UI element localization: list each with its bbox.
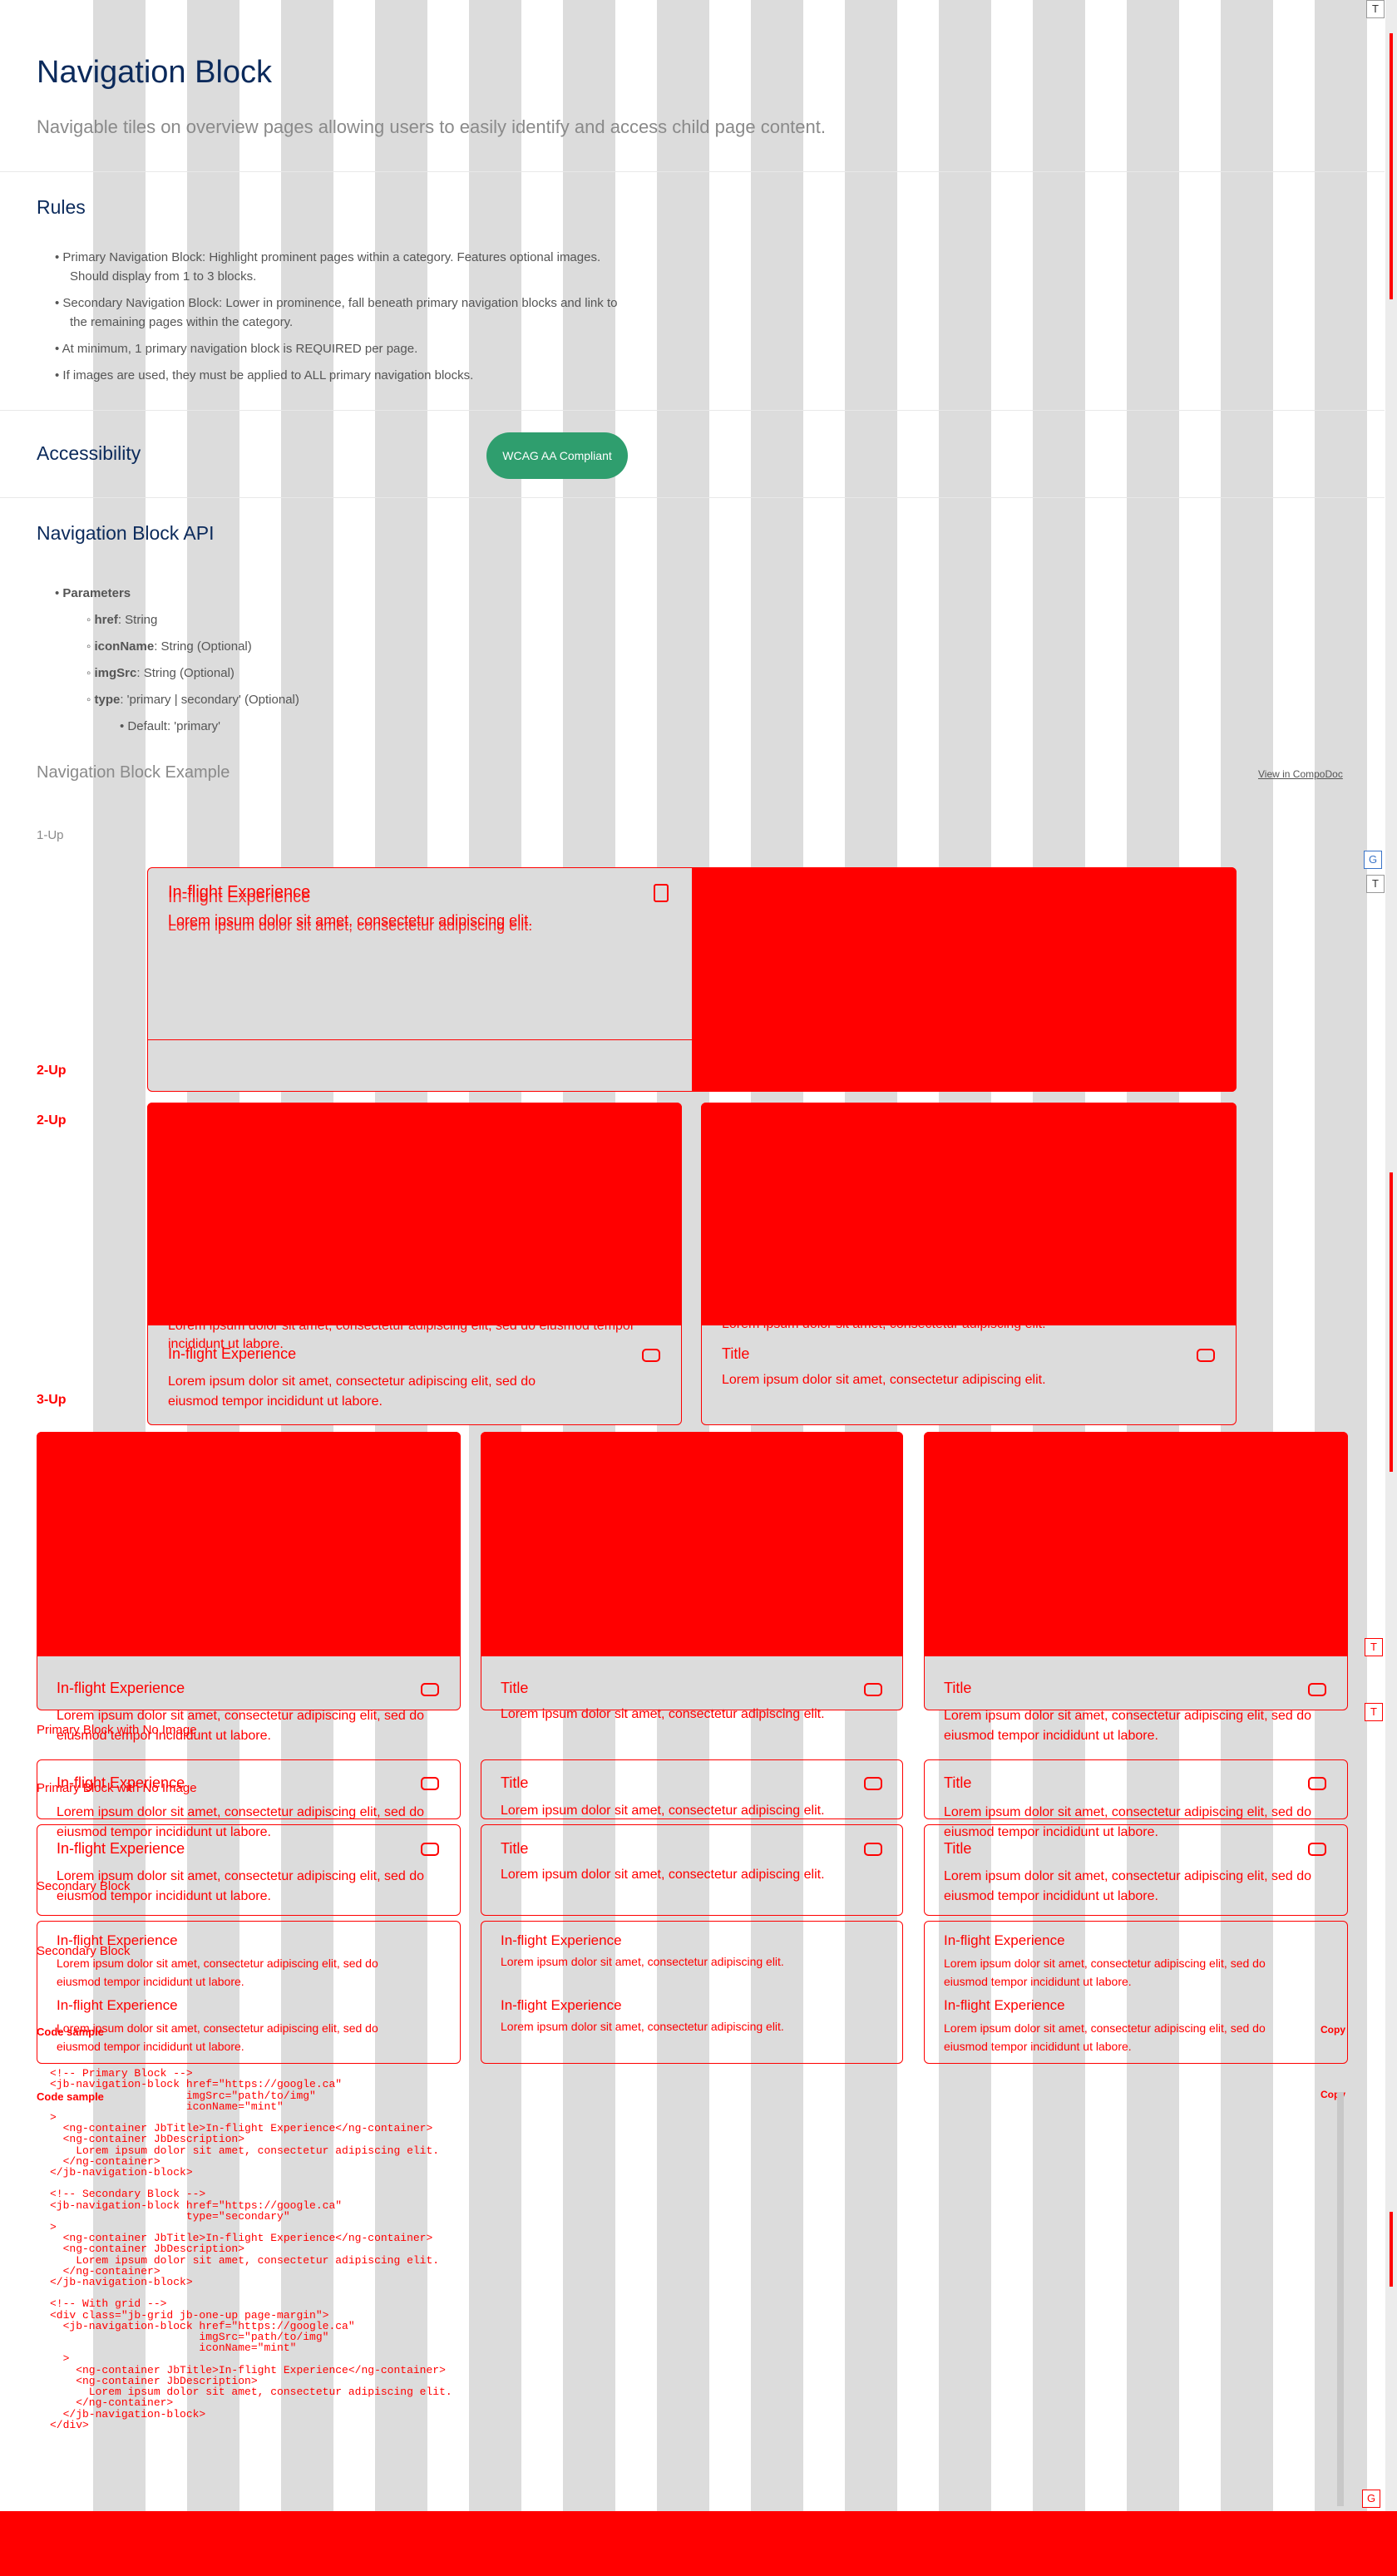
card-title: Title [501,1774,529,1791]
g-button[interactable]: G [1362,2490,1380,2508]
g-button[interactable]: G [1364,851,1382,869]
accessibility-heading: Accessibility [37,442,141,464]
card-description: Lorem ipsum dolor sit amet, consectetur … [944,1957,1266,1988]
view-compodoc-link[interactable]: View in CompoDoc [1258,768,1343,780]
card-title: In-flight Experience [57,1680,185,1696]
card-image [147,1103,682,1325]
rules-heading: Rules [37,196,86,218]
tag-icon [1308,1843,1326,1856]
label-2up: 2-Up [37,1113,67,1128]
code-sample-label: Code sample [37,2026,104,2038]
t-button[interactable]: T [1366,875,1385,893]
card-title: In-flight Experience [944,1932,1065,1948]
page-scrollbar-thumb[interactable] [1390,1172,1393,1472]
card-title: In-flight Experience [57,1932,178,1948]
card-description: Lorem ipsum dolor sit amet, consectetur … [501,1868,825,1882]
param-item: ◦ type: 'primary | secondary' (Optional) [86,693,299,707]
page-scrollbar-thumb[interactable] [1390,33,1393,299]
label-3up: 3-Up [37,1393,67,1407]
card-title: In-flight Experience [501,1997,622,2013]
divider [0,410,1385,411]
param-item: ◦ href: String [86,613,158,627]
card-title: In-flight Experience [944,1997,1065,2013]
card-title: Title [944,1680,972,1696]
api-params: • Parameters ◦ href: String ◦ iconName: … [55,580,299,740]
wcag-badge: WCAG AA Compliant [486,432,628,479]
tag-icon [421,1843,439,1856]
card-description: Lorem ipsum dolor sit amet, consectetur … [168,1374,536,1409]
bottom-bar [0,2511,1397,2576]
rule-item-cont: Should display from 1 to 3 blocks. [70,269,257,284]
card-title: In-flight Experience [501,1932,622,1948]
tag-icon [864,1777,882,1790]
card-image [692,867,1237,1092]
card-description: Lorem ipsum dolor sit amet, consectetur … [501,1804,825,1818]
rule-item-cont: the remaining pages within the category. [70,315,294,329]
card-image [37,1432,461,1656]
card-description: Lorem ipsum dolor sit amet, consectetur … [57,2021,378,2053]
example-heading: Navigation Block Example [37,763,230,782]
tag-icon [642,1349,660,1362]
top-toggle-button[interactable]: T [1366,0,1385,18]
t-button[interactable]: T [1365,1703,1383,1721]
divider [0,171,1385,172]
label-primary-no-image: Primary Block with No Image [37,1723,197,1737]
card-image [701,1103,1237,1325]
card-title: Title [722,1345,750,1362]
document-icon [654,884,669,902]
rule-item: • Primary Navigation Block: Highlight pr… [55,250,601,264]
card-image [481,1432,903,1656]
card-description: Lorem ipsum dolor sit amet, consectetur … [57,1957,378,1988]
tag-icon [864,1843,882,1856]
card-description: Lorem ipsum dolor sit amet, consectetur … [722,1373,1046,1387]
card-title: In-flight Experience [168,1345,297,1362]
card-title: Title [944,1774,972,1791]
divider [0,497,1385,498]
code-block: <!-- Primary Block --> <jb-navigation-blo… [50,2067,452,2431]
param-item: ◦ imgSrc: String (Optional) [86,666,234,680]
t-button[interactable]: T [1365,1638,1383,1656]
tag-icon [1197,1349,1215,1362]
rule-item: • At minimum, 1 primary navigation block… [55,342,418,356]
card-description-overlap: Lorem ipsum dolor sit amet, consectetur … [722,1317,1046,1331]
card-title: Title [501,1840,529,1857]
code-scrollbar-track[interactable] [1337,2092,1344,2506]
page-subtitle: Navigable tiles on overview pages allowi… [37,116,826,137]
param-default: • Default: 'primary' [120,719,221,733]
card-description: Lorem ipsum dolor sit amet, consectetur … [944,1709,1311,1743]
label-secondary: Secondary Block [37,1879,131,1893]
card-title-ghost: In-flight Experience [168,888,311,906]
tag-icon [1308,1777,1326,1790]
card-description: Lorem ipsum dolor sit amet, consectetur … [501,1955,784,1968]
page-scrollbar-thumb[interactable] [1390,2212,1393,2287]
parameters-label: • Parameters [55,586,131,600]
card-description: Lorem ipsum dolor sit amet, consectetur … [944,1869,1311,1903]
card-description: Lorem ipsum dolor sit amet, consectetur … [501,2020,784,2033]
card-title: In-flight Experience [57,1840,185,1857]
rules-list: • Primary Navigation Block: Highlight pr… [55,248,703,385]
card-title: Title [501,1680,529,1696]
card-description: Lorem ipsum dolor sit amet, consectetur … [501,1707,825,1721]
tag-icon [1308,1683,1326,1696]
page-title: Navigation Block [37,55,273,90]
tag-icon [421,1683,439,1696]
card-description: Lorem ipsum dolor sit amet, consectetur … [944,2021,1266,2053]
card-title: In-flight Experience [57,1997,178,2013]
card-description-ghost: Lorem ipsum dolor sit amet, consectetur … [168,917,533,934]
tag-icon [864,1683,882,1696]
tag-icon [421,1777,439,1790]
card-title: Title [944,1840,972,1857]
card-title: In-flight Experience [57,1774,185,1791]
rule-item: • If images are used, they must be appli… [55,368,474,382]
api-heading: Navigation Block API [37,522,215,544]
param-item: ◦ iconName: String (Optional) [86,639,252,654]
card-image [924,1432,1348,1656]
rule-item: • Secondary Navigation Block: Lower in p… [55,296,618,310]
label-2up: 2-Up [37,1063,67,1078]
card-footer-line [147,1039,692,1040]
copy-button[interactable]: Copy [1320,2024,1345,2036]
label-1up: 1-Up [37,828,64,842]
